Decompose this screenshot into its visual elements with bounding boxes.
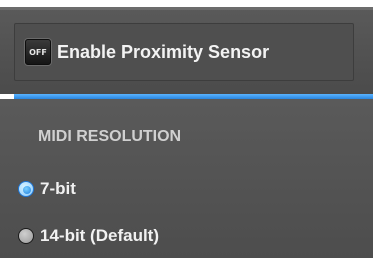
radio-dot bbox=[23, 186, 31, 194]
proximity-sensor-toggle[interactable]: OFF Enable Proximity Sensor bbox=[14, 23, 354, 81]
radio-unselected-icon[interactable] bbox=[18, 228, 34, 244]
proximity-sensor-label: Enable Proximity Sensor bbox=[57, 41, 270, 62]
radio-option-7-bit[interactable]: 7-bit bbox=[18, 175, 76, 203]
toggle-state-text: OFF bbox=[29, 47, 47, 57]
off-toggle-icon[interactable]: OFF bbox=[25, 39, 51, 65]
top-divider bbox=[0, 7, 373, 10]
radio-option-14-bit[interactable]: 14-bit (Default) bbox=[18, 222, 159, 250]
radio-label-7-bit: 7-bit bbox=[40, 179, 76, 198]
settings-panel: OFF Enable Proximity Sensor MIDI RESOLUT… bbox=[0, 0, 373, 258]
top-strip bbox=[0, 0, 373, 7]
midi-resolution-heading: MIDI RESOLUTION bbox=[38, 128, 182, 145]
radio-selected-icon[interactable] bbox=[18, 181, 34, 197]
radio-label-14-bit: 14-bit (Default) bbox=[40, 226, 159, 245]
